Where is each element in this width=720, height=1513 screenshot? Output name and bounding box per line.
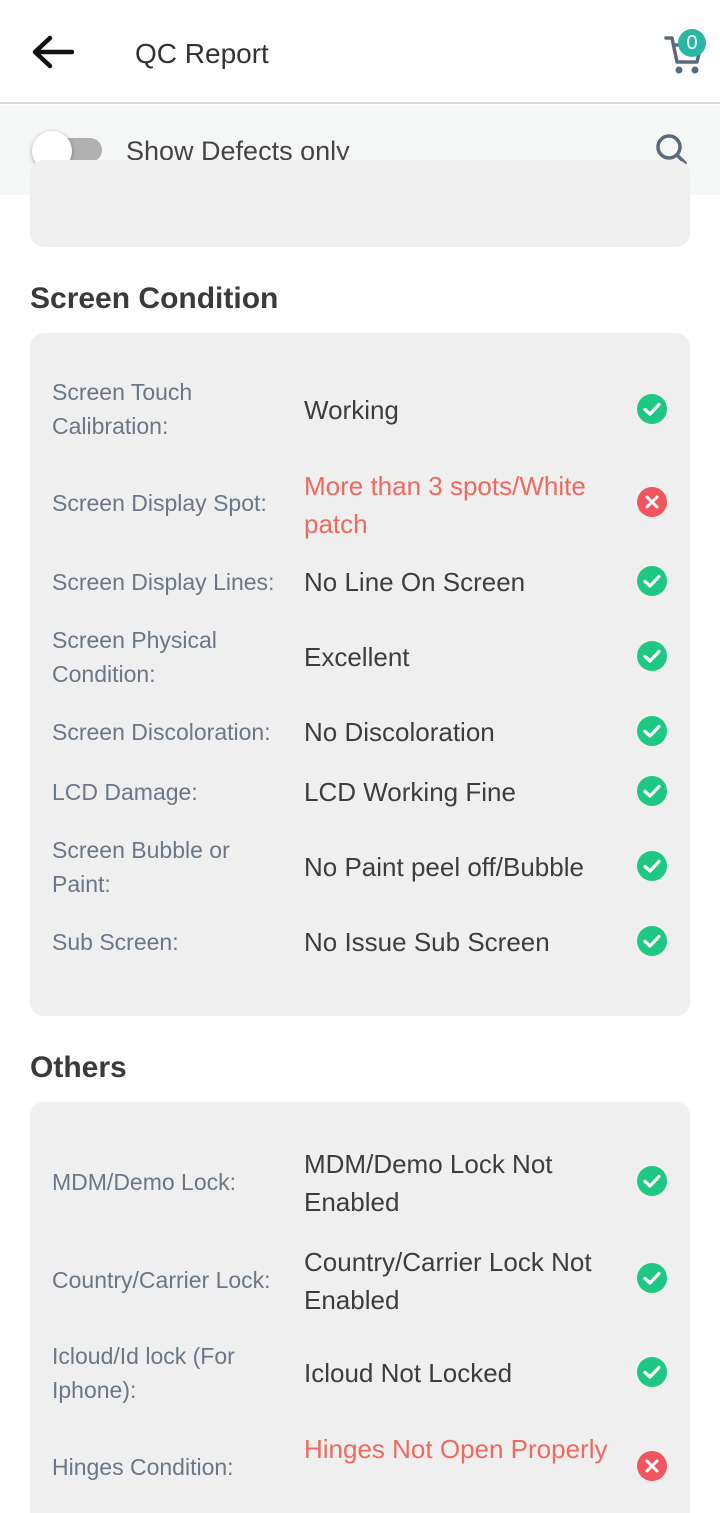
qc-label: Screen Touch Calibration: [52, 379, 193, 439]
section-title-others: Others [30, 1051, 127, 1084]
qc-value: Excellent [304, 642, 410, 672]
check-icon [637, 851, 667, 881]
qc-value: Working [304, 395, 399, 425]
qc-value: LCD Working Fine [304, 777, 516, 807]
check-icon [637, 641, 667, 671]
qc-label: Country/Carrier Lock: [52, 1267, 271, 1293]
page-title: QC Report [135, 38, 269, 69]
previous-section-card [30, 160, 690, 247]
cart-count-badge: 0 [678, 29, 706, 57]
qc-label: Screen Bubble or Paint: [52, 837, 230, 897]
qc-label: Screen Display Spot: [52, 490, 267, 516]
cross-icon [637, 487, 667, 517]
qc-label: Sub Screen: [52, 929, 179, 955]
back-button[interactable] [28, 30, 76, 74]
check-icon [637, 926, 667, 956]
qc-value: Icloud Not Locked [304, 1358, 513, 1388]
check-icon [637, 776, 667, 806]
qc-value: No Discoloration [304, 717, 495, 747]
qc-value: No Paint peel off/Bubble [304, 852, 584, 882]
qc-value: Hinges Not Open Properly [304, 1434, 608, 1464]
qc-value: No Issue Sub Screen [304, 927, 550, 957]
qc-label: MDM/Demo Lock: [52, 1169, 237, 1195]
qc-label: Screen Discoloration: [52, 719, 271, 745]
check-icon [637, 1357, 667, 1387]
qc-value: MDM/Demo Lock Not Enabled [304, 1149, 553, 1217]
app-bar: QC Report 0 [0, 0, 720, 104]
qc-label: Screen Physical Condition: [52, 627, 217, 687]
check-icon [637, 1263, 667, 1293]
check-icon [637, 394, 667, 424]
qc-value: Country/Carrier Lock Not Enabled [304, 1247, 592, 1315]
check-icon [637, 1166, 667, 1196]
qc-label: Hinges Condition: [52, 1454, 234, 1480]
qc-value: No Line On Screen [304, 567, 526, 597]
arrow-left-icon [32, 35, 74, 69]
check-icon [637, 566, 667, 596]
qc-label: LCD Damage: [52, 779, 198, 805]
qc-label: Icloud/Id lock (For Iphone): [52, 1343, 235, 1403]
qc-label: Screen Display Lines: [52, 569, 275, 595]
section-title-screen-condition: Screen Condition [30, 282, 279, 315]
check-icon [637, 716, 667, 746]
qc-value: More than 3 spots/White patch [304, 471, 586, 539]
cross-icon [637, 1451, 667, 1481]
